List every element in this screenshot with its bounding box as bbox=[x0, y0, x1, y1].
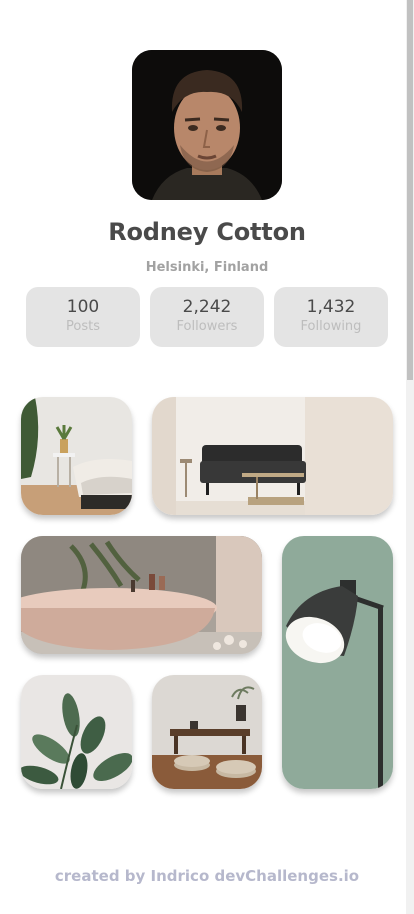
profile-name: Rodney Cotton bbox=[108, 218, 306, 246]
stat-followers[interactable]: 2,242 Followers bbox=[150, 287, 264, 347]
stats-row: 100 Posts 2,242 Followers 1,432 Followin… bbox=[26, 287, 388, 347]
stat-label: Followers bbox=[176, 319, 238, 334]
table-photo-icon bbox=[152, 675, 262, 789]
gallery-item-bedroom[interactable] bbox=[21, 397, 132, 515]
scrollbar-thumb[interactable] bbox=[407, 0, 413, 380]
stat-value: 2,242 bbox=[182, 297, 232, 317]
sofa-photo-icon bbox=[152, 397, 393, 515]
gallery-item-lamp[interactable] bbox=[282, 536, 393, 789]
stat-label: Posts bbox=[66, 319, 100, 334]
stat-value: 1,432 bbox=[306, 297, 356, 317]
stat-label: Following bbox=[300, 319, 362, 334]
bathtub-photo-icon bbox=[21, 536, 262, 654]
gallery-item-bathtub[interactable] bbox=[21, 536, 262, 654]
profile-location: Helsinki, Finland bbox=[145, 260, 269, 275]
profile-photo-icon bbox=[132, 50, 282, 200]
gallery-item-plant[interactable] bbox=[21, 675, 132, 789]
stat-following[interactable]: 1,432 Following bbox=[274, 287, 388, 347]
footer-credit[interactable]: created by Indrico devChallenges.io bbox=[0, 867, 414, 885]
bedroom-photo-icon bbox=[21, 397, 132, 515]
plant-photo-icon bbox=[21, 675, 132, 789]
gallery-item-sofa[interactable] bbox=[152, 397, 393, 515]
avatar bbox=[132, 50, 282, 200]
page-scrollbar[interactable] bbox=[406, 0, 414, 914]
gallery-item-table[interactable] bbox=[152, 675, 262, 789]
stat-posts[interactable]: 100 Posts bbox=[26, 287, 140, 347]
stat-value: 100 bbox=[66, 297, 100, 317]
lamp-photo-icon bbox=[282, 536, 393, 789]
